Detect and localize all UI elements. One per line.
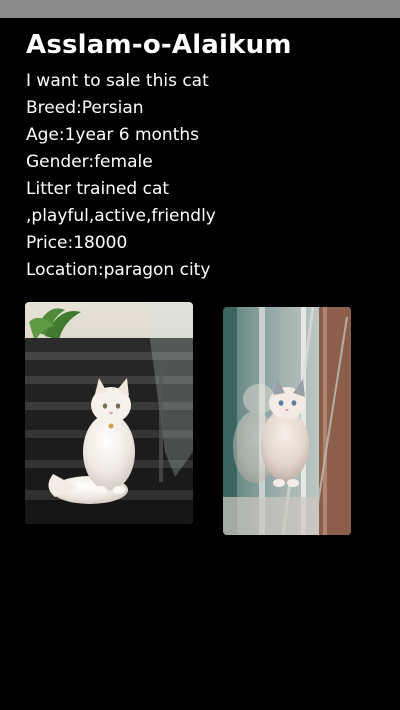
post-line-litter: Litter trained cat (26, 179, 170, 199)
post-title: Asslam-o-Alaikum (26, 30, 292, 60)
cat-at-window-image (223, 307, 351, 535)
cat-on-stairs-image (25, 302, 193, 524)
post-line-gender: Gender:female (26, 152, 153, 172)
post-line-age: Age:1year 6 months (26, 125, 200, 145)
post-line-price: Price:18000 (26, 233, 128, 253)
post-line-traits: ,playful,active,friendly (26, 206, 216, 226)
status-bar (0, 0, 400, 18)
post-line-breed: Breed:Persian (26, 98, 144, 118)
post-line-intro: I want to sale this cat (26, 71, 209, 91)
cat-photo-window[interactable] (223, 307, 351, 535)
post-body: Asslam-o-Alaikum I want to sale this cat… (26, 28, 386, 284)
post-line-location: Location:paragon city (26, 260, 211, 280)
cat-photo-stairs[interactable] (25, 302, 193, 524)
